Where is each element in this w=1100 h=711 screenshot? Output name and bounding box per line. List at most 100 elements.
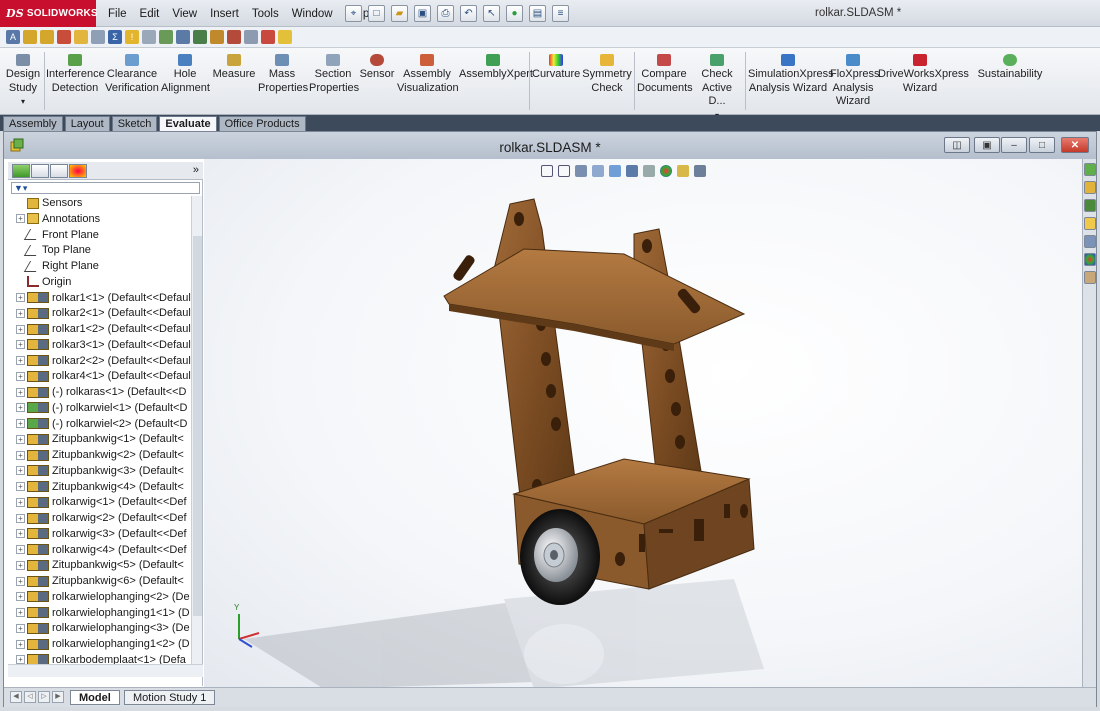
first-tab-icon[interactable]: ◀ (10, 691, 22, 703)
tree-item[interactable]: + Annotations (8, 212, 191, 228)
check-active-document-button[interactable]: Check Active D...▾ (694, 54, 740, 122)
design-study-button[interactable]: Design Study ▾ (4, 54, 42, 109)
datum-icon[interactable] (142, 30, 156, 44)
view-palette-icon[interactable] (1084, 235, 1096, 248)
expand-icon[interactable]: + (16, 545, 25, 555)
expand-icon[interactable]: + (16, 340, 25, 350)
rebuild-icon[interactable]: ● (506, 5, 523, 22)
expand-icon[interactable]: + (16, 529, 25, 539)
expand-icon[interactable]: + (16, 403, 25, 413)
display-manager-tab-icon[interactable] (69, 164, 87, 178)
table-icon[interactable] (244, 30, 258, 44)
hole-callout-icon[interactable] (193, 30, 207, 44)
property-manager-tab-icon[interactable] (31, 164, 49, 178)
expand-icon[interactable]: + (16, 560, 25, 570)
expand-icon[interactable]: + (16, 497, 25, 507)
options-icon[interactable]: ≡ (552, 5, 569, 22)
tree-item[interactable]: + rolkarwielophanging<2> (De (8, 590, 191, 606)
tree-item[interactable]: + rolkar2<2> (Default<<Defaul (8, 354, 191, 370)
tab-evaluate[interactable]: Evaluate (159, 116, 217, 131)
tree-item[interactable]: Right Plane (8, 259, 191, 275)
undo-icon[interactable]: ↶ (460, 5, 477, 22)
tree-item[interactable]: + (-) rolkaras<1> (Default<<D (8, 385, 191, 401)
geometric-tolerance-icon[interactable] (91, 30, 105, 44)
tree-item[interactable]: + rolkarwig<2> (Default<<Def (8, 511, 191, 527)
menu-insert[interactable]: Insert (210, 8, 239, 20)
tree-item[interactable]: + rolkar3<1> (Default<<Defaul (8, 338, 191, 354)
menu-window[interactable]: Window (292, 8, 333, 20)
next-tab-icon[interactable]: ▷ (38, 691, 50, 703)
floxpress-button[interactable]: FloXpress Analysis Wizard (830, 54, 880, 109)
tab-layout[interactable]: Layout (64, 116, 110, 131)
expand-icon[interactable]: + (16, 592, 25, 602)
expand-icon[interactable]: + (16, 356, 25, 366)
feature-tree-tab-icon[interactable] (12, 164, 30, 178)
expand-icon[interactable]: + (16, 214, 25, 224)
tree-item[interactable]: + rolkar1<2> (Default<<Defaul (8, 322, 191, 338)
spellcheck-icon[interactable]: A (6, 30, 20, 44)
select-arrow-icon[interactable]: ↖ (483, 5, 500, 22)
tab-office-products[interactable]: Office Products (218, 116, 306, 131)
revision-icon[interactable] (227, 30, 241, 44)
tree-item[interactable]: + rolkarwielophanging1<1> (D (8, 606, 191, 622)
expand-icon[interactable]: + (16, 513, 25, 523)
tree-item[interactable]: Sensors (8, 196, 191, 212)
new-document-icon[interactable]: □ (368, 5, 385, 22)
expand-icon[interactable]: + (16, 639, 25, 649)
section-properties-button[interactable]: Section Properties (309, 54, 359, 95)
sensor-button[interactable]: Sensor (359, 54, 395, 82)
symmetry-check-button[interactable]: Symmetry Check (582, 54, 632, 95)
tree-item[interactable]: + Zitupbankwig<2> (Default< (8, 448, 191, 464)
tree-item[interactable]: + rolkar1<1> (Default<<Defaul (8, 291, 191, 307)
note-icon[interactable] (23, 30, 37, 44)
design-library-icon[interactable] (1084, 199, 1096, 212)
color-icon[interactable] (261, 30, 275, 44)
curvature-button[interactable]: Curvature (532, 54, 580, 82)
tree-item[interactable]: + rolkarwig<3> (Default<<Def (8, 527, 191, 543)
custom-properties-icon[interactable] (1084, 271, 1096, 284)
tile-window-button[interactable]: ◫ (944, 137, 970, 153)
tree-item[interactable]: + Zitupbankwig<4> (Default< (8, 480, 191, 496)
graphics-area[interactable]: Y (204, 159, 1082, 689)
simulationxpress-button[interactable]: SimulationXpress Analysis Wizard (748, 54, 834, 95)
file-properties-icon[interactable]: ▤ (529, 5, 546, 22)
tree-item[interactable]: + rolkar2<1> (Default<<Defaul (8, 306, 191, 322)
minimize-button[interactable]: – (1001, 137, 1027, 153)
tree-item[interactable]: Top Plane (8, 243, 191, 259)
surface-finish-icon[interactable] (159, 30, 173, 44)
home-icon[interactable] (1084, 181, 1096, 194)
tab-model[interactable]: Model (70, 690, 120, 705)
interference-detection-button[interactable]: Interference Detection (46, 54, 105, 95)
cascade-window-button[interactable]: ▣ (974, 137, 1000, 153)
check-box-icon[interactable] (74, 30, 88, 44)
appearance-icon[interactable] (278, 30, 292, 44)
tree-item[interactable]: + Zitupbankwig<1> (Default< (8, 432, 191, 448)
configuration-manager-tab-icon[interactable] (50, 164, 68, 178)
assembly-visualization-button[interactable]: Assembly Visualization (397, 54, 459, 95)
menu-edit[interactable]: Edit (140, 8, 160, 20)
solidworks-logo[interactable]: DS SOLIDWORKS (0, 0, 98, 27)
tab-sketch[interactable]: Sketch (111, 116, 158, 131)
tree-horizontal-scrollbar[interactable] (8, 664, 203, 677)
expand-icon[interactable]: + (16, 293, 25, 303)
expand-icon[interactable]: + (16, 419, 25, 429)
sum-icon[interactable]: Σ (108, 30, 122, 44)
tree-item[interactable]: + Zitupbankwig<6> (Default< (8, 574, 191, 590)
tree-item[interactable]: + Zitupbankwig<5> (Default< (8, 558, 191, 574)
clearance-verification-button[interactable]: Clearance Verification (105, 54, 159, 95)
resources-icon[interactable] (1084, 163, 1096, 176)
tab-assembly[interactable]: Assembly (3, 116, 63, 131)
expand-icon[interactable]: + (16, 387, 25, 397)
expand-icon[interactable]: + (16, 576, 25, 586)
last-tab-icon[interactable]: ▶ (52, 691, 64, 703)
expand-icon[interactable]: + (16, 466, 25, 476)
menu-tools[interactable]: Tools (252, 8, 279, 20)
tree-item[interactable]: + rolkarwielophanging<3> (De (8, 621, 191, 637)
save-icon[interactable]: ▣ (414, 5, 431, 22)
assemblyxpert-button[interactable]: AssemblyXpert (459, 54, 533, 82)
tree-item[interactable]: + Zitupbankwig<3> (Default< (8, 464, 191, 480)
tree-item[interactable]: + rolkarwig<1> (Default<<Def (8, 495, 191, 511)
prev-tab-icon[interactable]: ◁ (24, 691, 36, 703)
tree-item[interactable]: Origin (8, 275, 191, 291)
hole-alignment-button[interactable]: Hole Alignment (161, 54, 210, 95)
